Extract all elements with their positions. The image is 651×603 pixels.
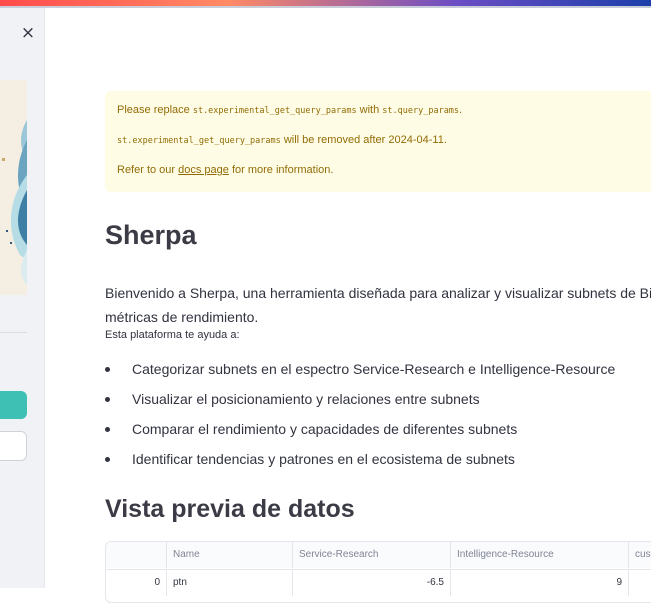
table-cell-name[interactable]: ptn: [167, 570, 293, 596]
column-header-name[interactable]: Name: [167, 542, 293, 568]
docs-page-link[interactable]: docs page: [178, 164, 229, 176]
bullet-icon: [105, 367, 110, 372]
table-cell-intelligence-resource[interactable]: 9: [451, 570, 629, 596]
sidebar-divider: [0, 332, 27, 333]
deprecation-warning: Please replace st.experimental_get_query…: [105, 91, 651, 192]
column-header-index[interactable]: [106, 542, 167, 568]
warning-text: .: [459, 104, 463, 116]
sidebar-input[interactable]: [0, 431, 27, 461]
bullet-icon: [105, 457, 110, 462]
table-row: 0 ptn -6.5 9: [106, 569, 651, 596]
data-preview-table[interactable]: Name Service-Research Intelligence-Resou…: [105, 541, 651, 603]
column-header-service-research[interactable]: Service-Research: [293, 542, 451, 568]
warning-text: will be removed after 2024-04-11.: [280, 134, 447, 146]
warning-text: Please replace: [117, 104, 193, 116]
column-header-intelligence-resource[interactable]: Intelligence-Resource: [451, 542, 629, 568]
list-item-text: Visualizar el posicionamiento y relacion…: [132, 391, 480, 407]
warning-line-2: st.experimental_get_query_params will be…: [117, 134, 447, 146]
list-item-text: Comparar el rendimiento y capacidades de…: [132, 421, 518, 437]
intro-line-2: métricas de rendimiento.: [105, 309, 259, 325]
table-cell-cust[interactable]: [629, 570, 651, 596]
page-title: Sherpa: [105, 220, 197, 250]
warning-code: st.experimental_get_query_params: [117, 136, 281, 146]
list-item: Categorizar subnets en el espectro Servi…: [105, 358, 615, 388]
warning-code: st.experimental_get_query_params: [192, 106, 357, 116]
sidebar: ×: [0, 8, 45, 588]
list-item-text: Categorizar subnets en el espectro Servi…: [132, 361, 616, 377]
list-item: Visualizar el posicionamiento y relacion…: [105, 388, 615, 418]
list-item: Identificar tendencias y patrones en el …: [105, 448, 615, 478]
top-decoration-underline: [0, 6, 651, 8]
warning-text: with: [356, 104, 383, 116]
warning-text: for more information.: [228, 164, 334, 176]
bullet-icon: [105, 397, 110, 402]
sidebar-primary-button[interactable]: [0, 391, 27, 419]
list-item: Comparar el rendimiento y capacidades de…: [105, 418, 615, 448]
table-header-row: Name Service-Research Intelligence-Resou…: [106, 542, 651, 568]
intro-line-1: Bienvenido a Sherpa, una herramienta dis…: [105, 285, 651, 301]
table-cell-service-research[interactable]: -6.5: [293, 570, 451, 596]
intro-paragraph: Bienvenido a Sherpa, una herramienta dis…: [105, 281, 651, 329]
feature-list: Categorizar subnets en el espectro Servi…: [105, 358, 615, 478]
warning-line-1: Please replace st.experimental_get_query…: [117, 104, 462, 116]
column-header-cust[interactable]: cust: [629, 542, 651, 568]
sidebar-logo-image: [0, 80, 27, 295]
table-cell-index[interactable]: 0: [106, 570, 167, 596]
warning-line-3: Refer to our docs page for more informat…: [117, 164, 333, 176]
data-preview-heading: Vista previa de datos: [105, 495, 355, 523]
bullet-icon: [105, 427, 110, 432]
close-sidebar-icon[interactable]: ×: [20, 24, 36, 42]
warning-code: st.query_params: [382, 106, 460, 116]
warning-text: Refer to our: [117, 164, 179, 176]
list-item-text: Identificar tendencias y patrones en el …: [132, 451, 515, 467]
helps-label: Esta plataforma te ayuda a:: [105, 329, 240, 341]
